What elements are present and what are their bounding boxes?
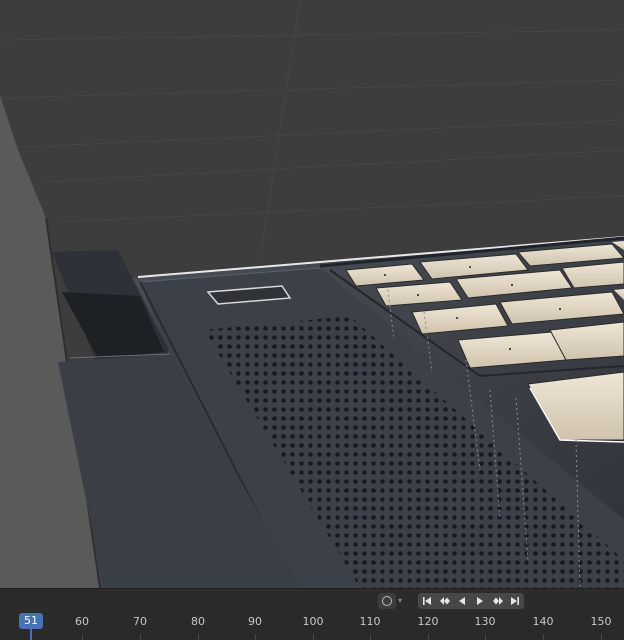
- ruler-label: 120: [417, 615, 439, 628]
- ruler-label: 60: [75, 615, 89, 628]
- ruler-label: 90: [248, 615, 262, 628]
- play-reverse-icon[interactable]: [453, 593, 471, 609]
- ruler-label: 80: [191, 615, 205, 628]
- ruler-label: 110: [359, 615, 381, 628]
- ruler-label: 150: [590, 615, 612, 628]
- ruler-label: 130: [474, 615, 496, 628]
- previous-keyframe-icon[interactable]: [436, 593, 454, 609]
- ruler-tick: [428, 634, 429, 640]
- jump-to-end-icon[interactable]: [506, 593, 524, 609]
- ruler-tick: [313, 634, 314, 640]
- chevron-down-icon[interactable]: ▾: [398, 593, 408, 609]
- viewport-render: [0, 0, 624, 588]
- ruler-tick: [140, 634, 141, 640]
- playhead[interactable]: [30, 629, 32, 640]
- ruler-tick: [370, 634, 371, 640]
- ruler-label: 70: [133, 615, 147, 628]
- ruler-label: 100: [302, 615, 324, 628]
- timeline-header: ▾: [0, 588, 624, 612]
- jump-to-start-icon[interactable]: [418, 593, 436, 609]
- next-keyframe-icon[interactable]: [489, 593, 507, 609]
- ruler-tick: [198, 634, 199, 640]
- ruler-tick: [601, 634, 602, 640]
- timeline-ruler[interactable]: 51 60 70 80 90 100 110 120 130 140 150: [0, 612, 624, 640]
- play-icon[interactable]: [471, 593, 489, 609]
- ruler-tick: [543, 634, 544, 640]
- ruler-tick: [82, 634, 83, 640]
- playback-controls: [418, 593, 524, 609]
- ruler-tick: [255, 634, 256, 640]
- ruler-label: 140: [532, 615, 554, 628]
- auto-keying-toggle[interactable]: ▾: [376, 593, 408, 609]
- ruler-tick: [485, 634, 486, 640]
- record-circle-icon[interactable]: [378, 593, 396, 609]
- 3d-viewport[interactable]: [0, 0, 624, 588]
- current-frame-indicator[interactable]: 51: [19, 613, 43, 629]
